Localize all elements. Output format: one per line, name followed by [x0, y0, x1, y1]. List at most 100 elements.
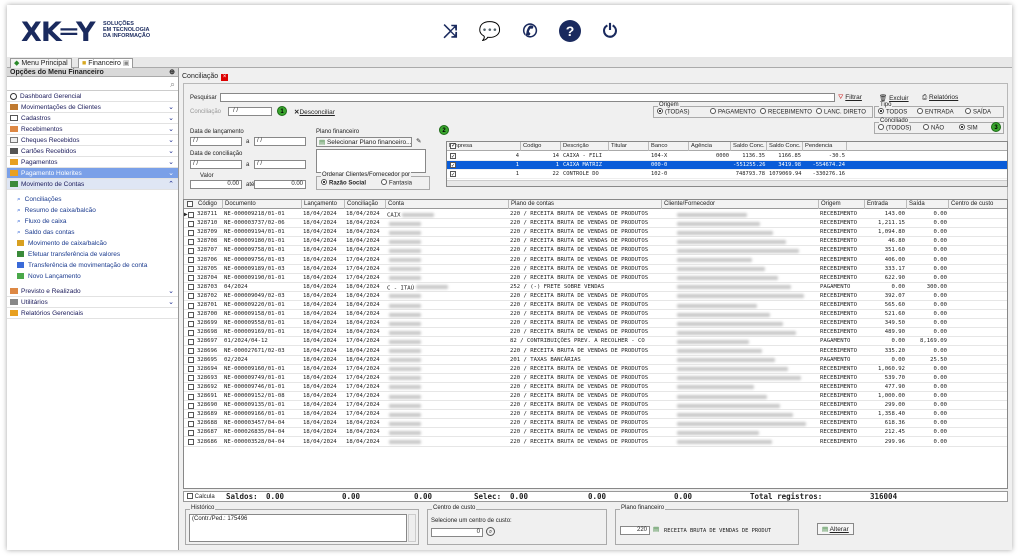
row-checkbox[interactable] [188, 338, 194, 345]
pin-icon[interactable]: ⊕ [169, 68, 175, 77]
row-checkbox[interactable] [188, 220, 194, 227]
table-row[interactable]: 328692 NE-000009746/01-01 18/04/2024 17/04/… [184, 383, 1007, 392]
row-checkbox[interactable] [188, 402, 194, 409]
table-row[interactable]: 328686 NE-000003528/04-04 18/04/2024 18/04/… [184, 438, 1007, 447]
plano-lookup-button[interactable]: ▤ [653, 525, 659, 533]
grid-col-header[interactable]: Documento [223, 200, 302, 209]
row-checkbox[interactable] [188, 429, 194, 436]
row-checkbox[interactable] [188, 229, 194, 236]
row-checkbox[interactable] [188, 357, 194, 364]
row-checkbox[interactable] [188, 238, 194, 245]
tipo-saida-radio[interactable]: SAÍDA [965, 108, 991, 116]
alterar-button[interactable]: ▤ Alterar [817, 523, 854, 535]
sidebar-sub-transferencia-valores[interactable]: Efetuar transferência de valores [7, 249, 178, 260]
conciliado-nao-radio[interactable]: NÃO [923, 124, 944, 132]
sidebar-item-holerites[interactable]: Pagamento Holerites ⌄ [7, 168, 178, 179]
shuffle-icon[interactable]: ⤨ [439, 20, 461, 42]
conciliacao-from-input[interactable]: / / [190, 160, 242, 169]
sidebar-sub-saldo-contas[interactable]: ⌕ Saldo das contas [7, 227, 178, 238]
grid-select-all-checkbox[interactable] [187, 201, 193, 207]
sidebar-item-dashboard[interactable]: Dashboard Gerencial [7, 91, 178, 102]
row-checkbox[interactable] [188, 284, 194, 291]
accounts-col-header[interactable]: Saldo Conc. [731, 142, 767, 151]
conciliacao-date-input[interactable]: / / [228, 107, 272, 116]
sidebar-item-recebimentos[interactable]: Recebimentos ⌄ [7, 124, 178, 135]
row-checkbox[interactable] [188, 311, 194, 318]
row-checkbox[interactable] [188, 329, 194, 336]
close-icon[interactable]: ▣ [123, 60, 130, 67]
calcula-checkbox[interactable]: Calcula [187, 492, 215, 502]
sidebar-sub-transferencia-conta[interactable]: Transferência de movimentação de conta [7, 260, 178, 271]
row-checkbox[interactable] [188, 211, 194, 218]
historico-textarea[interactable]: (Contr./Ped.: 175496 [189, 514, 407, 542]
search-input[interactable] [220, 93, 835, 102]
table-row[interactable]: 328695 02/2024 18/04/2024 18/04/2024 201 / T… [184, 356, 1007, 365]
table-row[interactable]: 328705 NE-000009189/01-03 18/04/2024 17/04/… [184, 265, 1007, 274]
conciliado-sim-radio[interactable]: SIM [959, 124, 978, 132]
relatorios-button[interactable]: ⎙ Relatórios [922, 94, 958, 102]
desconciliar-button[interactable]: ✕Desconciliar [294, 108, 335, 116]
row-checkbox[interactable] [188, 320, 194, 327]
accounts-col-header[interactable]: Saldo Conc. [767, 142, 803, 151]
sidebar-sub-conciliacoes[interactable]: ⌕ Conciliações [7, 194, 178, 205]
filtrar-button[interactable]: ⛛ Filtrar [838, 94, 862, 102]
grid-col-header[interactable]: Plano de contas [509, 200, 662, 209]
sidebar-item-cartoes[interactable]: Cartões Recebidos ⌄ [7, 146, 178, 157]
row-checkbox[interactable] [188, 393, 194, 400]
grid-col-header[interactable]: Centro de custo [949, 200, 1007, 209]
accounts-col-header[interactable]: Titular [609, 142, 649, 151]
accounts-col-header[interactable]: Agência [689, 142, 731, 151]
table-row[interactable]: 328694 NE-000009160/01-01 18/04/2024 17/04/… [184, 365, 1007, 374]
grid-col-header[interactable]: Conciliação [345, 200, 386, 209]
row-checkbox[interactable] [188, 375, 194, 382]
row-checkbox[interactable] [188, 247, 194, 254]
account-row[interactable]: ✓ 1 22 CONTROLE DO 102-0 748793.78 1079069.94-… [447, 170, 1007, 179]
row-checkbox[interactable] [188, 293, 194, 300]
table-row[interactable]: 328706 NE-000009756/01-03 18/04/2024 17/04/… [184, 256, 1007, 265]
table-row[interactable]: 328704 NE-000009190/01-01 18/04/2024 17/04/… [184, 274, 1007, 283]
row-checkbox[interactable] [188, 384, 194, 391]
screen-tab[interactable]: Conciliação × [182, 72, 229, 81]
origem-recebimento-radio[interactable]: RECEBIMENTO [760, 108, 812, 116]
grid-col-header[interactable]: Entrada [865, 200, 907, 209]
origem-pagamento-radio[interactable]: PAGAMENTO [710, 108, 756, 116]
search-icon[interactable]: ⌕ [170, 79, 175, 90]
row-checkbox[interactable] [188, 275, 194, 282]
accounts-col-header[interactable]: Codigo [521, 142, 561, 151]
row-checkbox[interactable] [188, 257, 194, 263]
sidebar-item-movimentacoes[interactable]: Movimentações de Clientes ⌄ [7, 102, 178, 113]
plano-code-input[interactable]: 220 [620, 526, 650, 535]
row-checkbox[interactable] [188, 411, 194, 418]
table-row[interactable]: 328689 NE-000009166/01-01 18/04/2024 17/04/… [184, 410, 1007, 420]
select-all-checkbox[interactable]: ✓ [450, 143, 456, 149]
origem-todas-radio[interactable]: (TODAS) [657, 108, 690, 116]
row-checkbox[interactable] [188, 420, 194, 427]
centro-input[interactable]: 0 [431, 528, 483, 537]
sidebar-item-pagamentos[interactable]: Pagamentos ⌄ [7, 157, 178, 168]
lancamento-from-input[interactable]: / / [190, 137, 242, 146]
table-row[interactable]: 328700 NE-000009158/01-01 18/04/2024 18/04/… [184, 310, 1007, 320]
ordenar-fantasia-radio[interactable]: Fantasia [381, 179, 412, 187]
accounts-col-header[interactable]: Descrição [561, 142, 609, 151]
grid-col-header[interactable]: Cliente/Fornecedor [662, 200, 819, 209]
accounts-col-header[interactable]: Empresa [447, 142, 521, 151]
sidebar-sub-movimento-caixa[interactable]: Movimento de caixa/balcão [7, 238, 178, 249]
table-row[interactable]: 328703 04/2024 18/04/2024 18/04/2024 C - ITA… [184, 283, 1007, 292]
grid-col-header[interactable]: Lançamento [302, 200, 345, 209]
valor-to-input[interactable]: 0.00 [254, 180, 306, 189]
conciliado-todos-radio[interactable]: (TODOS) [878, 124, 911, 132]
table-row[interactable]: 328691 NE-000009152/01-08 18/04/2024 17/04/… [184, 392, 1007, 401]
grid-col-header[interactable]: Conta [386, 200, 509, 209]
table-row[interactable]: 328707 NE-000009758/01-01 18/04/2024 18/04/… [184, 246, 1007, 256]
sidebar-item-movimento-contas[interactable]: Movimento de Contas ⌃ [7, 179, 178, 190]
table-row[interactable]: 328697 01/2024/04-12 18/04/2024 17/04/2024 8… [184, 337, 1007, 347]
sidebar-item-cheques[interactable]: Cheques Recebidos ⌄ [7, 135, 178, 146]
table-row[interactable]: 328701 NE-000009220/01-01 18/04/2024 18/04/… [184, 301, 1007, 310]
grid-col-header[interactable]: Saída [907, 200, 949, 209]
lancamento-to-input[interactable]: / / [254, 137, 306, 146]
table-row[interactable]: 328696 NE-000027671/02-03 18/04/2024 18/04/… [184, 347, 1007, 356]
close-icon[interactable]: × [221, 74, 229, 81]
plano-list[interactable] [316, 149, 426, 173]
tipo-entrada-radio[interactable]: ENTRADA [917, 108, 954, 116]
table-row[interactable]: 328699 NE-000009558/01-01 18/04/2024 18/04/… [184, 319, 1007, 329]
